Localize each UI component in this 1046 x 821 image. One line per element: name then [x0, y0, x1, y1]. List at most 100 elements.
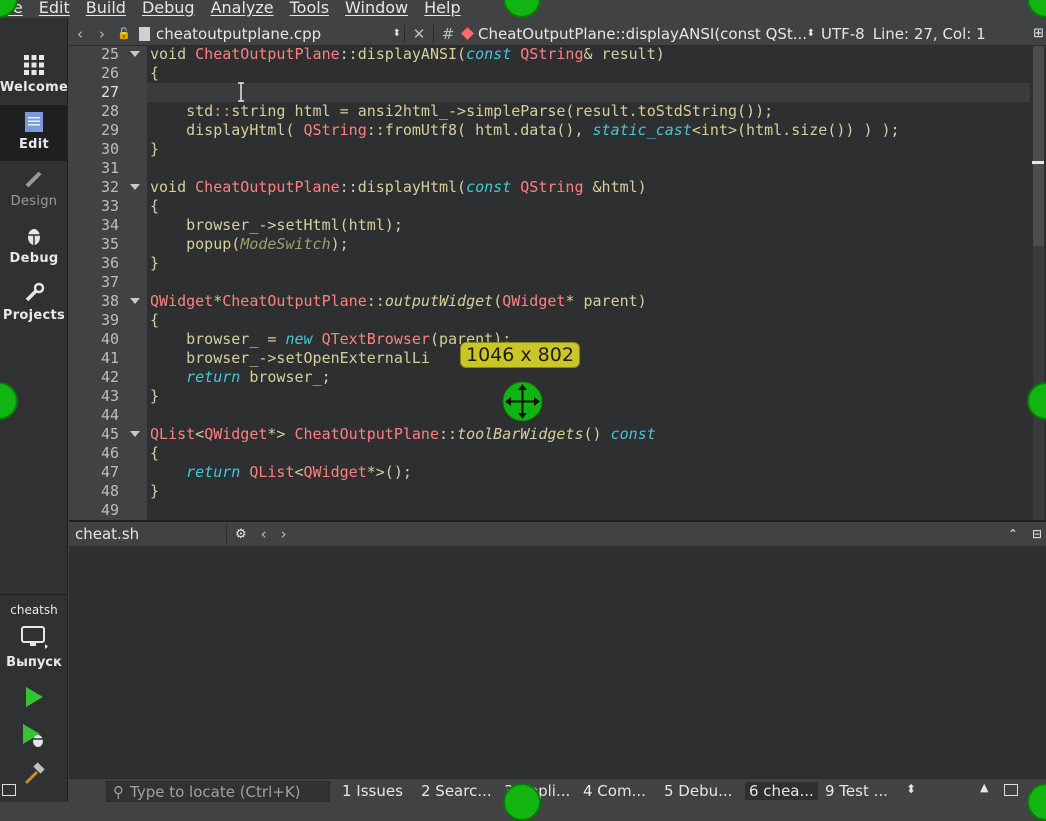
code-line[interactable]: {: [147, 444, 1030, 463]
nav-forward-button[interactable]: ›: [91, 25, 113, 43]
gutter-line[interactable]: 37: [69, 273, 147, 292]
mode-edit[interactable]: Edit: [0, 105, 68, 161]
prev-button[interactable]: ‹: [261, 525, 267, 543]
code-line[interactable]: void CheatOutputPlane::displayHtml(const…: [147, 178, 1030, 197]
gutter-line[interactable]: 42: [69, 368, 147, 387]
gutter-line[interactable]: 43: [69, 387, 147, 406]
code-line[interactable]: {: [147, 311, 1030, 330]
code-line[interactable]: void CheatOutputPlane::displayANSI(const…: [147, 46, 1030, 64]
code-line[interactable]: {: [147, 64, 1030, 83]
fold-arrow-icon[interactable]: [130, 298, 140, 304]
code-line[interactable]: }: [147, 387, 1030, 406]
debug-run-button[interactable]: [20, 722, 48, 750]
split-icon[interactable]: ⊞: [1033, 26, 1044, 41]
fold-arrow-icon[interactable]: [130, 51, 140, 57]
gutter-line[interactable]: 35: [69, 235, 147, 254]
code-line[interactable]: }: [147, 482, 1030, 501]
output-pane-button[interactable]: 6 chea...: [745, 782, 818, 800]
mode-welcome[interactable]: Welcome: [0, 48, 68, 104]
gutter-line[interactable]: 46: [69, 444, 147, 463]
fold-arrow-icon[interactable]: [130, 184, 140, 190]
menu-analyze[interactable]: Analyze: [203, 0, 282, 17]
mode-projects[interactable]: Projects: [0, 276, 68, 332]
gutter-line[interactable]: 29: [69, 121, 147, 140]
encoding-indicator[interactable]: UTF-8: [821, 25, 865, 43]
filter-icon[interactable]: ⚙: [235, 527, 247, 542]
menu-tools[interactable]: Tools: [282, 0, 337, 17]
code-line[interactable]: }: [147, 254, 1030, 273]
output-pane-button[interactable]: 9 Test ...: [825, 782, 888, 800]
code-line[interactable]: [147, 273, 1030, 292]
gutter-line[interactable]: 26: [69, 64, 147, 83]
menu-build[interactable]: Build: [78, 0, 134, 17]
menu-edit[interactable]: Edit: [31, 0, 78, 17]
gutter-line[interactable]: 34: [69, 216, 147, 235]
pane-arrows-icon[interactable]: ⬍: [906, 782, 916, 796]
code-line[interactable]: QWidget*CheatOutputPlane::outputWidget(Q…: [147, 292, 1030, 311]
code-line[interactable]: }: [147, 140, 1030, 159]
gutter-line[interactable]: 40: [69, 330, 147, 349]
open-documents-combo[interactable]: cheatoutputplane.cpp ⬍: [135, 22, 401, 46]
code-line[interactable]: [147, 83, 1030, 102]
code-line[interactable]: displayHtml( QString::fromUtf8( html.dat…: [147, 121, 1030, 140]
maximize-pane-button[interactable]: ⌃: [1008, 527, 1018, 541]
move-handle-icon[interactable]: [502, 381, 543, 422]
code-line[interactable]: browser_ = new QTextBrowser(parent);: [147, 330, 1030, 349]
code-line[interactable]: popup(ModeSwitch);: [147, 235, 1030, 254]
gutter-line[interactable]: 47: [69, 463, 147, 482]
gutter-line[interactable]: 30: [69, 140, 147, 159]
gutter-line[interactable]: 33: [69, 197, 147, 216]
output-pane-button[interactable]: 5 Debu...: [664, 782, 732, 800]
menu-window[interactable]: Window: [337, 0, 416, 17]
cursor-position[interactable]: Line: 27, Col: 1: [873, 25, 986, 43]
run-button[interactable]: [20, 683, 48, 711]
gutter-line[interactable]: 39: [69, 311, 147, 330]
fold-arrow-icon[interactable]: [130, 431, 140, 437]
progress-toggle-button[interactable]: ▲: [980, 781, 988, 794]
output-pane-button[interactable]: 2 Searc...: [421, 782, 492, 800]
menu-debug[interactable]: Debug: [134, 0, 203, 17]
toggle-right-sidebar-button[interactable]: [1004, 784, 1018, 796]
code-line[interactable]: [147, 501, 1030, 520]
code-line[interactable]: {: [147, 197, 1030, 216]
code-editor[interactable]: 25 26 27 28 29 30 31 32 33 34 35 36 37 38 39 40 41 42 43 44…: [69, 46, 1046, 520]
gutter-line[interactable]: 38: [69, 292, 147, 311]
resize-handle-bottom[interactable]: [503, 783, 541, 821]
output-pane-button[interactable]: 4 Com...: [583, 782, 646, 800]
code-line[interactable]: [147, 159, 1030, 178]
gutter-line[interactable]: 32: [69, 178, 147, 197]
mode-debug[interactable]: Debug: [0, 219, 68, 275]
gutter-line[interactable]: 49: [69, 501, 147, 520]
gutter-line[interactable]: 36: [69, 254, 147, 273]
code-line[interactable]: return browser_;: [147, 368, 1030, 387]
code-line[interactable]: QList<QWidget*> CheatOutputPlane::toolBa…: [147, 425, 1030, 444]
output-pane-button[interactable]: 1 Issues: [342, 782, 403, 800]
gutter-line[interactable]: 45: [69, 425, 147, 444]
gutter-line[interactable]: 25: [69, 46, 147, 64]
gutter-line[interactable]: 48: [69, 482, 147, 501]
mode-design[interactable]: Design: [0, 162, 68, 218]
code-line[interactable]: [147, 406, 1030, 425]
code-line[interactable]: browser_->setOpenExternalLi: [147, 349, 1030, 368]
code-line[interactable]: browser_->setHtml(html);: [147, 216, 1030, 235]
close-pane-button[interactable]: ⊟: [1032, 527, 1042, 541]
code-line[interactable]: std::string html = ansi2html_->simplePar…: [147, 102, 1030, 121]
kit-selector[interactable]: cheatsh Выпуск: [0, 594, 68, 684]
close-document-button[interactable]: ✕: [408, 25, 430, 43]
gutter-line[interactable]: 28: [69, 102, 147, 121]
vertical-scrollbar[interactable]: [1030, 46, 1046, 520]
gutter-line[interactable]: 44: [69, 406, 147, 425]
gutter-line[interactable]: 31: [69, 159, 147, 178]
code-line[interactable]: return QList<QWidget*>();: [147, 463, 1030, 482]
scrollbar-thumb[interactable]: [1033, 46, 1044, 246]
locator-input[interactable]: ⚲ Type to locate (Ctrl+K): [106, 781, 330, 802]
output-pane-body[interactable]: [69, 546, 1046, 778]
code-area[interactable]: void CheatOutputPlane::displayANSI(const…: [147, 46, 1030, 520]
gutter-line[interactable]: 27: [69, 83, 147, 102]
nav-back-button[interactable]: ‹: [69, 25, 91, 43]
toggle-sidebar-button[interactable]: [2, 784, 16, 796]
next-button[interactable]: ›: [281, 525, 287, 543]
gutter-line[interactable]: 41: [69, 349, 147, 368]
build-button[interactable]: [20, 760, 48, 788]
menu-help[interactable]: Help: [416, 0, 468, 17]
